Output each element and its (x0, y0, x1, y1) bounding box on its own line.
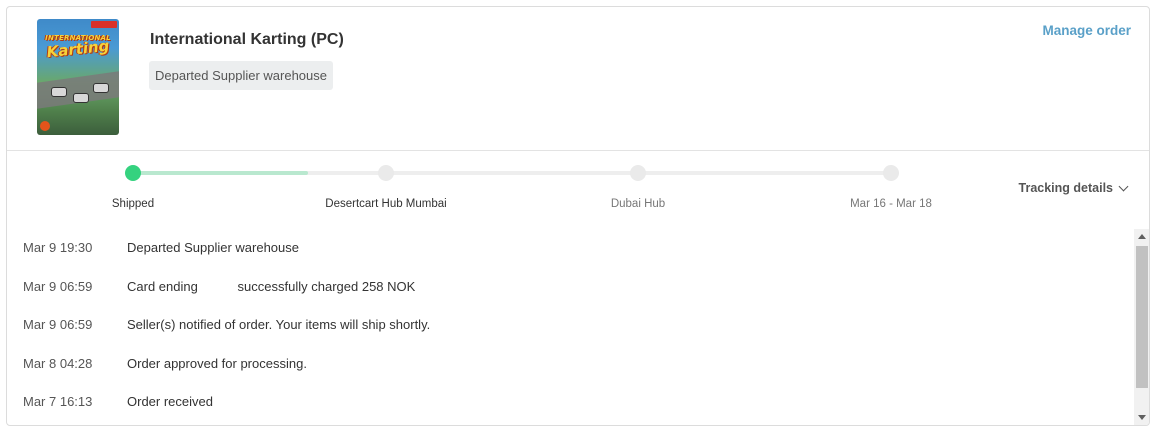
scrollbar-thumb[interactable] (1136, 246, 1148, 388)
tracking-details-toggle[interactable]: Tracking details (1018, 181, 1129, 195)
order-card: INTERNATIONAL Karting International Kart… (6, 6, 1150, 426)
tracking-events-list: Mar 9 19:30 Departed Supplier warehouse … (7, 229, 1134, 425)
tracker-step-label: Desertcart Hub Mumbai (325, 198, 447, 210)
cover-title-art: INTERNATIONAL Karting (41, 33, 115, 61)
event-time: Mar 9 06:59 (23, 317, 93, 332)
tracker-step-label: Shipped (111, 198, 155, 210)
product-title[interactable]: International Karting (PC) (150, 31, 344, 49)
cover-kart (73, 93, 89, 103)
tracking-details-label: Tracking details (1018, 181, 1113, 195)
chevron-down-icon (1118, 181, 1129, 191)
tracker-dot-mumbai (378, 165, 394, 181)
cover-title-line2: Karting (45, 36, 111, 62)
product-cover-image: INTERNATIONAL Karting (37, 19, 119, 135)
cover-badge (91, 21, 117, 28)
event-description: Departed Supplier warehouse (127, 240, 299, 255)
manage-order-link[interactable]: Manage order (1042, 23, 1131, 38)
cover-kart (93, 83, 109, 93)
cover-publisher-logo (40, 121, 50, 131)
event-description: Seller(s) notified of order. Your items … (127, 317, 431, 332)
scroll-down-arrow-icon[interactable] (1138, 415, 1146, 420)
cover-kart (51, 87, 67, 97)
tracker-dot-delivery (883, 165, 899, 181)
tracker-step-label: Dubai Hub (610, 198, 666, 210)
product-section: INTERNATIONAL Karting International Kart… (7, 7, 1149, 151)
tracker-dot-dubai (630, 165, 646, 181)
event-time: Mar 9 19:30 (23, 240, 93, 255)
event-description: Card ending successfully charged 258 NOK (127, 279, 416, 294)
event-description: Order received (127, 394, 213, 409)
event-time: Mar 9 06:59 (23, 279, 93, 294)
tracker-step-label: Mar 16 - Mar 18 (850, 198, 932, 210)
event-time: Mar 7 16:13 (23, 394, 93, 409)
tracker-dot-shipped (125, 165, 141, 181)
event-time: Mar 8 04:28 (23, 356, 93, 371)
event-description: Order approved for processing. (127, 356, 307, 371)
order-status-badge: Departed Supplier warehouse (149, 61, 333, 90)
tracker-progress-fill (133, 171, 308, 175)
events-scrollbar[interactable] (1134, 229, 1149, 425)
scroll-up-arrow-icon[interactable] (1138, 234, 1146, 239)
